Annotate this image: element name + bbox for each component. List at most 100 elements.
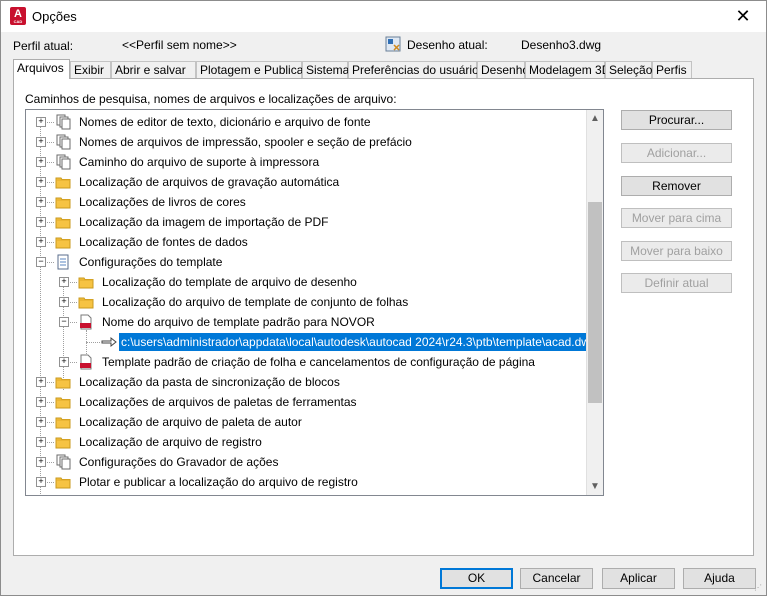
folder-icon	[55, 197, 71, 209]
title-bar: A CAD Opções ✕	[1, 1, 766, 32]
tree-item[interactable]: + Localização do arquivo de template de c…	[26, 292, 586, 312]
tree-item[interactable]: + Caminho do arquivo de suporte à impress…	[26, 152, 586, 172]
selected-template-path: c:\users\administrador\appdata\local\aut…	[119, 333, 596, 351]
tab-selecao[interactable]: Seleção	[605, 61, 652, 78]
autocad-app-icon: A CAD	[10, 7, 26, 25]
tree-item[interactable]: + Localização de fontes de dados	[26, 232, 586, 252]
tree-item[interactable]: + Localização do template de arquivo de d…	[26, 272, 586, 292]
scroll-up-icon[interactable]: ▲	[587, 110, 603, 127]
expand-icon[interactable]: +	[36, 117, 46, 127]
resize-grip-icon[interactable]: ⋰	[754, 583, 764, 593]
tab-perfis[interactable]: Perfis	[652, 61, 692, 78]
tree-item[interactable]: + Nomes de editor de texto, dicionário e …	[26, 112, 586, 132]
multi-doc-icon	[56, 134, 71, 150]
expand-icon[interactable]: +	[36, 157, 46, 167]
cancel-button[interactable]: Cancelar	[520, 568, 593, 589]
expand-icon[interactable]: +	[36, 437, 46, 447]
tab-plotagem-e-publicacao[interactable]: Plotagem e Publicação	[196, 61, 323, 78]
tree-item[interactable]: + Localização de arquivo de paleta de aut…	[26, 412, 586, 432]
collapse-icon[interactable]: −	[59, 317, 69, 327]
drawing-label: Desenho atual:	[407, 38, 488, 52]
expand-icon[interactable]: +	[36, 477, 46, 487]
tree-item-label: Localização de arquivo de paleta de auto…	[79, 415, 302, 429]
tree-item-label: Localização do template de arquivo de de…	[102, 275, 357, 289]
tree-item[interactable]: − Configurações do template	[26, 252, 586, 272]
dwt-file-icon	[80, 314, 92, 330]
tree-item-label: Nomes de arquivos de impressão, spooler …	[79, 135, 412, 149]
tree-item-label: Localização de arquivo de registro	[79, 435, 262, 449]
tree-item-label: Localizações de arquivos de paletas de f…	[79, 395, 357, 409]
expand-icon[interactable]: +	[59, 357, 69, 367]
tree-item[interactable]: + Localização de arquivo de registro	[26, 432, 586, 452]
add-button[interactable]: Adicionar...	[621, 143, 732, 163]
set-current-button[interactable]: Definir atual	[621, 273, 732, 293]
tree-item-label: Localização de fontes de dados	[79, 235, 248, 249]
apply-button[interactable]: Aplicar	[602, 568, 675, 589]
folder-icon	[55, 237, 71, 249]
tree-item-label: Nome do arquivo de template padrão para …	[102, 315, 375, 329]
multi-doc-icon	[56, 454, 71, 470]
tab-sistema[interactable]: Sistema	[302, 61, 349, 78]
scroll-thumb[interactable]	[588, 202, 602, 403]
tree-item-label: Plotar e publicar a localização do arqui…	[79, 475, 358, 489]
tree-item[interactable]: + Localizações de arquivos de paletas de …	[26, 392, 586, 412]
tab-modelagem-3d[interactable]: Modelagem 3D	[525, 61, 610, 78]
tree-item-label: Localizações de livros de cores	[79, 195, 246, 209]
tab-exibir[interactable]: Exibir	[70, 61, 111, 78]
profile-value: <<Perfil sem nome>>	[122, 38, 237, 52]
tree-item[interactable]: + Configurações do Gravador de ações	[26, 452, 586, 472]
expand-icon[interactable]: +	[36, 457, 46, 467]
tree-item[interactable]: + Nomes de arquivos de impressão, spooler…	[26, 132, 586, 152]
tree-item[interactable]: + Plotar e publicar a localização do arqu…	[26, 472, 586, 492]
folder-icon	[55, 437, 71, 449]
tab-desenho[interactable]: Desenho	[477, 61, 529, 78]
expand-icon[interactable]: +	[36, 197, 46, 207]
tab-preferencias-do-usuario[interactable]: Preferências do usuário	[348, 61, 479, 78]
remove-button[interactable]: Remover	[621, 176, 732, 196]
tree-item-label: Configurações do template	[79, 255, 223, 269]
folder-icon	[55, 177, 71, 189]
section-title: Caminhos de pesquisa, nomes de arquivos …	[25, 92, 397, 106]
move-up-button[interactable]: Mover para cima	[621, 208, 732, 228]
collapse-icon[interactable]: −	[36, 257, 46, 267]
tree-item-label: Localização do arquivo de template de co…	[102, 295, 409, 309]
ok-button[interactable]: OK	[440, 568, 513, 589]
tree-connector	[86, 342, 100, 343]
tree-item[interactable]: + Localizações de livros de cores	[26, 192, 586, 212]
tree-item[interactable]: c:\users\administrador\appdata\local\aut…	[26, 332, 596, 352]
expand-icon[interactable]: +	[36, 237, 46, 247]
tree-item[interactable]: + Localização de arquivos de gravação aut…	[26, 172, 586, 192]
paths-tree[interactable]: + Plotar e publicar a localização do arqu…	[25, 109, 604, 496]
tree-item-label: Template padrão de criação de folha e ca…	[102, 355, 535, 369]
tab-abrir-e-salvar[interactable]: Abrir e salvar	[111, 61, 196, 78]
folder-icon	[78, 297, 94, 309]
folder-icon	[55, 417, 71, 429]
options-dialog: A CAD Opções ✕ Perfil atual: <<Perfil sem…	[0, 0, 767, 596]
scroll-down-icon[interactable]: ▼	[587, 478, 603, 495]
move-down-button[interactable]: Mover para baixo	[621, 241, 732, 261]
tree-vertical-scrollbar[interactable]: ▲ ▼	[586, 110, 603, 495]
profile-label: Perfil atual:	[13, 39, 74, 53]
tree-item[interactable]: − Nome do arquivo de template padrão para…	[26, 312, 586, 332]
folder-icon	[55, 477, 71, 489]
drawing-value: Desenho3.dwg	[521, 38, 602, 52]
multi-doc-icon	[56, 154, 71, 170]
help-button[interactable]: Ajuda	[683, 568, 756, 589]
tree-item-label: Localização da imagem de importação de P…	[79, 215, 329, 229]
tree-item-label: Nomes de editor de texto, dicionário e a…	[79, 115, 371, 129]
expand-icon[interactable]: +	[36, 217, 46, 227]
expand-icon[interactable]: +	[59, 297, 69, 307]
expand-icon[interactable]: +	[36, 397, 46, 407]
tree-item[interactable]: + Localização da pasta de sincronização d…	[26, 372, 586, 392]
expand-icon[interactable]: +	[36, 377, 46, 387]
expand-icon[interactable]: +	[36, 417, 46, 427]
browse-button[interactable]: Procurar...	[621, 110, 732, 130]
expand-icon[interactable]: +	[59, 277, 69, 287]
tree-item-label: Localização da pasta de sincronização de…	[79, 375, 340, 389]
tab-arquivos[interactable]: Arquivos	[13, 59, 70, 79]
tree-item[interactable]: + Localização da imagem de importação de …	[26, 212, 586, 232]
expand-icon[interactable]: +	[36, 177, 46, 187]
close-icon[interactable]: ✕	[720, 1, 766, 32]
expand-icon[interactable]: +	[36, 137, 46, 147]
tree-item[interactable]: + Template padrão de criação de folha e c…	[26, 352, 586, 372]
